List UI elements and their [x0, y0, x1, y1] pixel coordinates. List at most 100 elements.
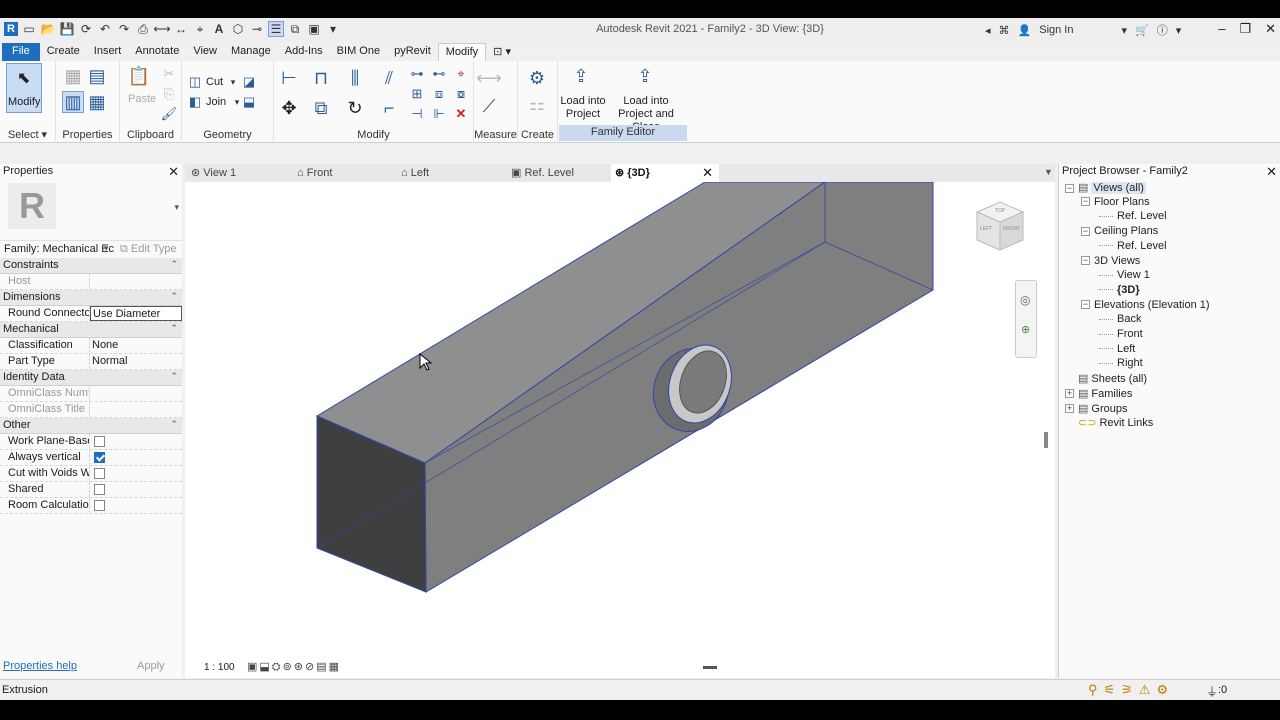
browser-node[interactable]: ⊂⊃ Revit Links: [1065, 416, 1153, 431]
browser-node[interactable]: Back: [1099, 313, 1141, 328]
collapse-icon[interactable]: ⌃: [170, 419, 178, 430]
wall-joins-icon[interactable]: ◪: [240, 73, 258, 91]
help-icon[interactable]: ⓘ: [1157, 22, 1168, 38]
tab-annotate[interactable]: Annotate: [128, 43, 186, 61]
cut-label[interactable]: Cut: [206, 76, 223, 88]
trim-single-icon[interactable]: ⊣: [408, 105, 426, 123]
tree-toggle-icon[interactable]: −: [1081, 197, 1090, 207]
split-face-icon[interactable]: ⬓: [240, 93, 258, 111]
browser-node[interactable]: −3D Views: [1081, 255, 1140, 270]
property-checkbox[interactable]: [94, 500, 105, 511]
drawing-area[interactable]: LEFT FRONT TOP ◎ ⊕: [185, 181, 1055, 678]
property-value[interactable]: Normal: [90, 354, 182, 369]
apply-button[interactable]: Apply: [137, 660, 165, 672]
tab-add-ins[interactable]: Add-Ins: [278, 43, 330, 61]
edit-type-button[interactable]: ⧉ Edit Type: [120, 243, 177, 256]
browser-node[interactable]: − Elevations (Elevation 1): [1081, 299, 1210, 314]
property-section-header[interactable]: Constraints ⌃: [0, 258, 182, 274]
property-section-header[interactable]: Mechanical ⌃: [0, 322, 182, 338]
zoom-icon[interactable]: ⊕: [1021, 323, 1030, 336]
tab-insert[interactable]: Insert: [87, 43, 129, 61]
tab-manage[interactable]: Manage: [224, 43, 278, 61]
aligned-dimension-icon[interactable]: ⟋: [478, 95, 500, 117]
browser-node[interactable]: Left: [1099, 343, 1135, 358]
tab-pyrevit[interactable]: pyRevit: [387, 43, 438, 61]
help-dropdown-icon[interactable]: ▾: [1176, 24, 1182, 37]
tree-toggle-icon[interactable]: +: [1065, 389, 1074, 399]
collapse-icon[interactable]: ⌃: [170, 291, 178, 302]
view-tab-left[interactable]: ⌂ Left: [397, 164, 507, 182]
tab-file[interactable]: File: [2, 43, 40, 61]
browser-node[interactable]: Right: [1099, 357, 1143, 372]
tab-view[interactable]: View: [186, 43, 224, 61]
tab-overflow-icon[interactable]: ⊡ ▾: [486, 43, 518, 61]
property-value[interactable]: None: [90, 338, 182, 353]
view-controls-icons[interactable]: ▣⬓⛭⊚⊛⊘▤▦: [247, 660, 341, 674]
binoculars-icon[interactable]: ⌘: [999, 24, 1010, 37]
property-checkbox[interactable]: [94, 484, 105, 495]
delete-icon[interactable]: ✕: [452, 105, 470, 123]
close-tab-icon[interactable]: ✕: [702, 164, 713, 182]
paste-icon[interactable]: 📋: [128, 65, 150, 87]
align-icon[interactable]: ⊢: [278, 67, 300, 89]
tree-toggle-icon[interactable]: −: [1081, 226, 1090, 236]
tree-toggle-icon[interactable]: −: [1081, 300, 1090, 310]
minimize-icon[interactable]: –: [1218, 21, 1225, 37]
browser-node[interactable]: − ▤ Views (all): [1065, 181, 1146, 196]
trim-multiple-icon[interactable]: ⊩: [430, 105, 448, 123]
array-icon[interactable]: ⊞: [408, 85, 426, 103]
view-tab-view1[interactable]: ⊛ View 1: [185, 164, 293, 182]
select-dropdown[interactable]: Select ▾: [0, 128, 55, 141]
tab-bim-one[interactable]: BIM One: [330, 43, 387, 61]
properties-icon[interactable]: ▥: [62, 91, 84, 113]
split-gap-icon[interactable]: ⊷: [430, 65, 448, 83]
modify-tool-button[interactable]: ⬉ Modify: [6, 63, 42, 113]
scale-icon[interactable]: ⧈: [430, 85, 448, 103]
property-value[interactable]: [90, 274, 182, 289]
cut-geometry-icon[interactable]: ◫: [186, 73, 204, 91]
collapse-icon[interactable]: ⌃: [170, 259, 178, 270]
view-tab-front[interactable]: ⌂ Front: [293, 164, 397, 182]
view-tab-ref-level[interactable]: ▣ Ref. Level: [507, 164, 611, 182]
mirror-draw-axis-icon[interactable]: ⫽: [378, 67, 400, 89]
browser-node[interactable]: View 1: [1099, 269, 1150, 284]
unpin-icon[interactable]: ⧇: [452, 85, 470, 103]
trim-extend-icon[interactable]: ⌐: [378, 97, 400, 119]
close-icon[interactable]: ✕: [168, 164, 179, 180]
rotate-icon[interactable]: ↻: [344, 97, 366, 119]
type-dropdown-icon[interactable]: ▾: [174, 202, 179, 213]
maximize-icon[interactable]: ❐: [1239, 21, 1251, 37]
offset-icon[interactable]: ⊓: [310, 67, 332, 89]
family-types-icon[interactable]: ▤: [86, 65, 108, 87]
tree-toggle-icon[interactable]: −: [1065, 183, 1074, 193]
scale-label[interactable]: 1 : 100: [204, 662, 235, 673]
close-icon[interactable]: ✕: [1266, 164, 1277, 180]
viewcube[interactable]: LEFT FRONT TOP: [973, 198, 1027, 254]
load-into-project-button[interactable]: Load into Project: [560, 95, 606, 121]
search-arrow-icon[interactable]: ◂: [985, 24, 991, 37]
view-tab-3d[interactable]: ⊛ {3D} ✕: [611, 164, 719, 182]
property-checkbox[interactable]: [94, 468, 105, 479]
dropdown-icon[interactable]: ▾: [1121, 24, 1127, 37]
type-selector-dropdown-icon[interactable]: ▾: [104, 243, 109, 254]
browser-node[interactable]: {3D}: [1099, 284, 1140, 299]
filter-icon[interactable]: ⏚: [1206, 683, 1218, 700]
mirror-pick-axis-icon[interactable]: ⫼: [344, 67, 366, 89]
collapse-icon[interactable]: ⌃: [170, 371, 178, 382]
match-type-icon[interactable]: 🖌: [160, 105, 178, 123]
join-geometry-icon[interactable]: ◧: [186, 93, 204, 111]
vertical-scroll-thumb[interactable]: [1044, 432, 1048, 448]
cut-clip-icon[interactable]: ✂: [160, 65, 178, 83]
property-section-header[interactable]: Identity Data ⌃: [0, 370, 182, 386]
move-icon[interactable]: ✥: [278, 97, 300, 119]
cart-icon[interactable]: 🛒: [1135, 24, 1149, 37]
sign-in-link[interactable]: Sign In: [1039, 24, 1073, 36]
properties-help-link[interactable]: Properties help: [3, 660, 77, 672]
pin-icon[interactable]: ⌖: [452, 65, 470, 83]
browser-node[interactable]: − Ceiling Plans: [1081, 225, 1158, 240]
browser-node[interactable]: Front: [1099, 328, 1143, 343]
property-section-header[interactable]: Other ⌃: [0, 418, 182, 434]
join-label[interactable]: Join: [206, 96, 226, 108]
copy-element-icon[interactable]: ⧉: [310, 97, 332, 119]
load-into-project-icon[interactable]: ⇪: [570, 65, 592, 87]
